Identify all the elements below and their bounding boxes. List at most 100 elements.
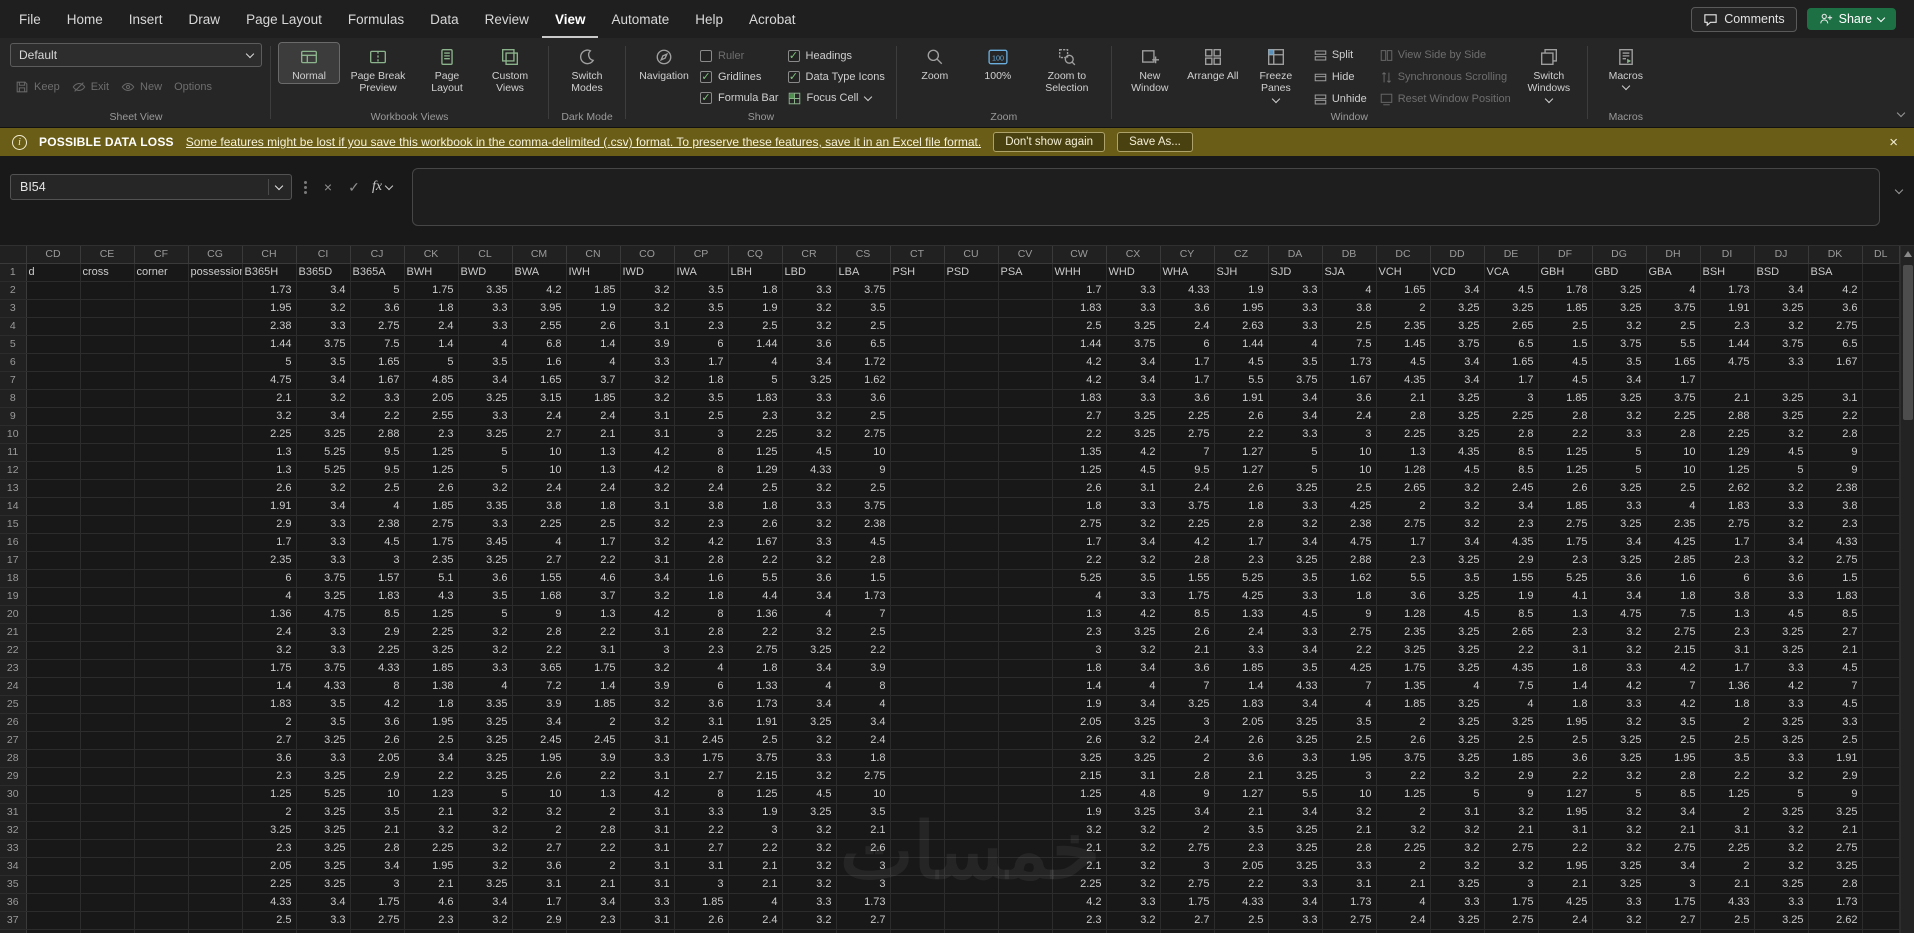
cell-DE12[interactable]: 8.5: [1484, 461, 1539, 480]
cell-DF28[interactable]: 3.6: [1538, 749, 1593, 768]
cell-CY36[interactable]: 1.75: [1160, 893, 1215, 912]
cell-CU10[interactable]: [944, 425, 999, 444]
cell-CZ16[interactable]: 1.7: [1214, 533, 1269, 552]
cell-DB28[interactable]: 1.95: [1322, 749, 1377, 768]
cell-CI2[interactable]: 3.4: [296, 281, 351, 300]
split-button[interactable]: Split: [1309, 45, 1372, 65]
cell-DL28[interactable]: [1862, 749, 1900, 768]
cell-CI35[interactable]: 3.25: [296, 875, 351, 894]
cell-CJ22[interactable]: 2.25: [350, 641, 405, 660]
cell-CX18[interactable]: 3.5: [1106, 569, 1161, 588]
cell-DK16[interactable]: 4.33: [1808, 533, 1863, 552]
cell-CY10[interactable]: 2.75: [1160, 425, 1215, 444]
cell-CE23[interactable]: [80, 659, 135, 678]
cell-DE4[interactable]: 2.65: [1484, 317, 1539, 336]
page-break-preview-button[interactable]: Page Break Preview: [342, 43, 414, 96]
cell-CK15[interactable]: 2.75: [404, 515, 459, 534]
cell-DG28[interactable]: 3.25: [1592, 749, 1647, 768]
cell-DA30[interactable]: 5.5: [1268, 785, 1323, 804]
cell-CH1[interactable]: B365H: [242, 263, 297, 282]
scrollbar-thumb[interactable]: [1902, 265, 1913, 420]
cell-DD35[interactable]: 3.25: [1430, 875, 1485, 894]
cell-DC18[interactable]: 5.5: [1376, 569, 1431, 588]
cell-CQ33[interactable]: 2.2: [728, 839, 783, 858]
cell-CZ29[interactable]: 2.1: [1214, 767, 1269, 786]
cell-CE36[interactable]: [80, 893, 135, 912]
cell-CQ23[interactable]: 1.8: [728, 659, 783, 678]
cell-DG15[interactable]: 3.25: [1592, 515, 1647, 534]
cell-CW11[interactable]: 1.35: [1052, 443, 1107, 462]
cell-CF25[interactable]: [134, 695, 189, 714]
cell-DK38[interactable]: 6.5: [1808, 929, 1863, 933]
cell-DD10[interactable]: 3.25: [1430, 425, 1485, 444]
cell-CG8[interactable]: [188, 389, 243, 408]
cell-CL21[interactable]: 3.2: [458, 623, 513, 642]
cell-CN20[interactable]: 1.3: [566, 605, 621, 624]
cell-CK21[interactable]: 2.25: [404, 623, 459, 642]
cell-DG37[interactable]: 3.2: [1592, 911, 1647, 930]
cell-DH9[interactable]: 2.25: [1646, 407, 1701, 426]
cell-DE21[interactable]: 2.65: [1484, 623, 1539, 642]
cell-DC24[interactable]: 1.35: [1376, 677, 1431, 696]
cell-CT2[interactable]: [890, 281, 945, 300]
cell-DC3[interactable]: 2: [1376, 299, 1431, 318]
cell-CH15[interactable]: 2.9: [242, 515, 297, 534]
cell-CZ20[interactable]: 1.33: [1214, 605, 1269, 624]
cell-CW1[interactable]: WHH: [1052, 263, 1107, 282]
cell-CU9[interactable]: [944, 407, 999, 426]
cell-DI9[interactable]: 2.88: [1700, 407, 1755, 426]
cell-CW33[interactable]: 2.1: [1052, 839, 1107, 858]
cell-CU1[interactable]: PSD: [944, 263, 999, 282]
cell-CR38[interactable]: 3.5: [782, 929, 837, 933]
cell-CP6[interactable]: 1.7: [674, 353, 729, 372]
cell-CZ28[interactable]: 3.6: [1214, 749, 1269, 768]
cell-CQ3[interactable]: 1.9: [728, 299, 783, 318]
cell-DE37[interactable]: 2.75: [1484, 911, 1539, 930]
cell-CR25[interactable]: 3.4: [782, 695, 837, 714]
cell-CL1[interactable]: BWD: [458, 263, 513, 282]
cell-DE31[interactable]: 3.2: [1484, 803, 1539, 822]
cell-DG25[interactable]: 3.3: [1592, 695, 1647, 714]
cell-CN17[interactable]: 2.2: [566, 551, 621, 570]
cell-CJ20[interactable]: 8.5: [350, 605, 405, 624]
cell-CI16[interactable]: 3.3: [296, 533, 351, 552]
cell-CU32[interactable]: [944, 821, 999, 840]
column-header-DK[interactable]: DK: [1808, 246, 1863, 264]
row-header-4[interactable]: 4: [0, 317, 27, 336]
cell-CH35[interactable]: 2.25: [242, 875, 297, 894]
cell-CN31[interactable]: 2: [566, 803, 621, 822]
cell-CW22[interactable]: 3: [1052, 641, 1107, 660]
cell-CQ20[interactable]: 1.36: [728, 605, 783, 624]
cell-CX3[interactable]: 3.3: [1106, 299, 1161, 318]
cell-CZ38[interactable]: 1.44: [1214, 929, 1269, 933]
column-header-CY[interactable]: CY: [1160, 246, 1215, 264]
cell-CO27[interactable]: 3.1: [620, 731, 675, 750]
cell-DA16[interactable]: 3.4: [1268, 533, 1323, 552]
column-header-CD[interactable]: CD: [26, 246, 81, 264]
cell-DE33[interactable]: 2.75: [1484, 839, 1539, 858]
cell-DL22[interactable]: [1862, 641, 1900, 660]
cell-CX11[interactable]: 4.2: [1106, 443, 1161, 462]
cell-DC36[interactable]: 4: [1376, 893, 1431, 912]
cell-CL24[interactable]: 4: [458, 677, 513, 696]
cell-CR28[interactable]: 3.3: [782, 749, 837, 768]
cell-DA29[interactable]: 3.25: [1268, 767, 1323, 786]
cell-CR27[interactable]: 3.2: [782, 731, 837, 750]
cell-CN28[interactable]: 3.9: [566, 749, 621, 768]
cell-CX1[interactable]: WHD: [1106, 263, 1161, 282]
cell-DB38[interactable]: 7: [1322, 929, 1377, 933]
cell-CE30[interactable]: [80, 785, 135, 804]
cell-CY17[interactable]: 2.8: [1160, 551, 1215, 570]
cell-CT3[interactable]: [890, 299, 945, 318]
row-header-27[interactable]: 27: [0, 731, 27, 750]
cell-CL19[interactable]: 3.5: [458, 587, 513, 606]
column-header-DF[interactable]: DF: [1538, 246, 1593, 264]
cell-DH25[interactable]: 4.2: [1646, 695, 1701, 714]
cell-CQ16[interactable]: 1.67: [728, 533, 783, 552]
cell-CO13[interactable]: 3.2: [620, 479, 675, 498]
cell-CV15[interactable]: [998, 515, 1053, 534]
cell-CU37[interactable]: [944, 911, 999, 930]
cell-CN3[interactable]: 1.9: [566, 299, 621, 318]
cell-CP30[interactable]: 8: [674, 785, 729, 804]
cell-CM37[interactable]: 2.9: [512, 911, 567, 930]
